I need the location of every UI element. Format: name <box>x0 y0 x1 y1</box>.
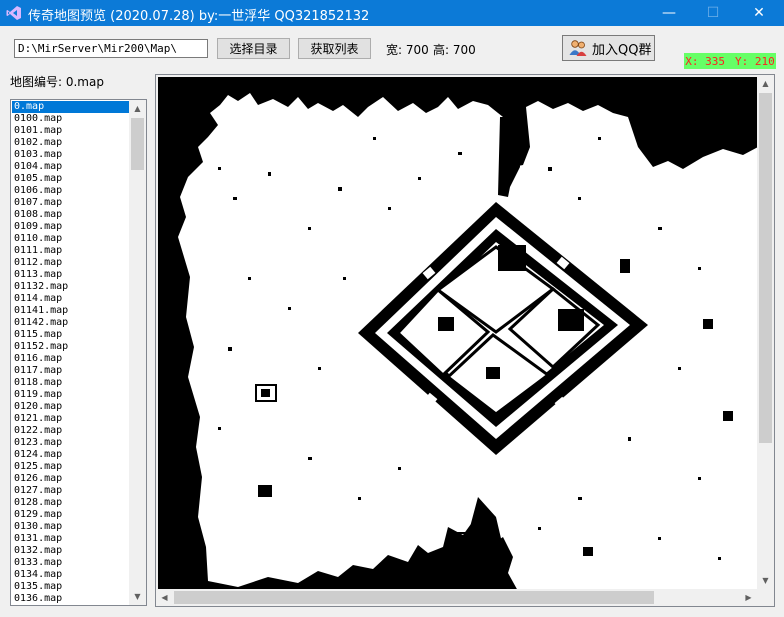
map-list-item[interactable]: 0102.map <box>12 137 130 149</box>
visual-studio-icon <box>6 6 21 20</box>
map-list-item[interactable]: 0115.map <box>12 329 130 341</box>
scroll-down-icon[interactable]: ▼ <box>129 588 146 605</box>
map-list-item[interactable]: 0132.map <box>12 545 130 557</box>
map-list-item[interactable]: 0131.map <box>12 533 130 545</box>
map-list-item[interactable]: 0130.map <box>12 521 130 533</box>
map-list-item[interactable]: 0128.map <box>12 497 130 509</box>
map-list-item[interactable]: 0136.map <box>12 593 130 605</box>
map-list-item[interactable]: 0123.map <box>12 437 130 449</box>
map-list-item[interactable]: 0133.map <box>12 557 130 569</box>
map-list-item[interactable]: 0106.map <box>12 185 130 197</box>
map-scroll-down-icon[interactable]: ▼ <box>757 572 774 589</box>
title-bar: 传奇地图预览 (2020.07.28) by:一世浮华 QQ321852132 … <box>0 0 784 26</box>
map-preview-panel[interactable]: ◀ ▶ ▲ ▼ <box>155 74 775 607</box>
qq-group-icon <box>569 40 587 56</box>
close-button[interactable]: ✕ <box>736 0 782 26</box>
map-list-item[interactable]: 0108.map <box>12 209 130 221</box>
map-list-item[interactable]: 0112.map <box>12 257 130 269</box>
map-list-item[interactable]: 0117.map <box>12 365 130 377</box>
scroll-right-icon[interactable]: ▶ <box>740 589 757 606</box>
map-list-item[interactable]: 01142.map <box>12 317 130 329</box>
scroll-left-icon[interactable]: ◀ <box>156 589 173 606</box>
map-list-item[interactable]: 0121.map <box>12 413 130 425</box>
map-list-item[interactable]: 0113.map <box>12 269 130 281</box>
map-list-item[interactable]: 0101.map <box>12 125 130 137</box>
list-vertical-scrollbar[interactable]: ▲ ▼ <box>129 100 146 605</box>
coord-y: Y: 210 <box>735 54 775 68</box>
map-list-item[interactable]: 0103.map <box>12 149 130 161</box>
list-scroll-thumb[interactable] <box>131 118 144 170</box>
map-list-item[interactable]: 0116.map <box>12 353 130 365</box>
scroll-up-icon[interactable]: ▲ <box>129 100 146 117</box>
get-list-button[interactable]: 获取列表 <box>298 38 371 59</box>
map-list-item[interactable]: 0109.map <box>12 221 130 233</box>
map-list-item[interactable]: 0126.map <box>12 473 130 485</box>
map-list-item[interactable]: 0111.map <box>12 245 130 257</box>
cursor-coordinates: X: 335 Y: 210 <box>684 53 776 69</box>
map-list-item[interactable]: 0114.map <box>12 293 130 305</box>
select-directory-button[interactable]: 选择目录 <box>217 38 290 59</box>
map-scroll-up-icon[interactable]: ▲ <box>757 75 774 92</box>
map-list-item[interactable]: 0107.map <box>12 197 130 209</box>
map-file-list[interactable]: 0.map 0100.map 0101.map 0102.map 0103.map 010… <box>10 99 147 606</box>
map-list-item[interactable]: 01152.map <box>12 341 130 353</box>
map-list-item[interactable]: 0.map <box>12 101 130 113</box>
map-list-item[interactable]: 0100.map <box>12 113 130 125</box>
map-vertical-scrollbar[interactable]: ▲ ▼ <box>757 75 774 589</box>
map-hscroll-thumb[interactable] <box>174 591 654 604</box>
map-list-items: 0.map 0100.map 0101.map 0102.map 0103.map 010… <box>12 101 130 605</box>
map-list-item[interactable]: 0134.map <box>12 569 130 581</box>
map-list-item[interactable]: 0105.map <box>12 173 130 185</box>
coord-x: X: 335 <box>685 54 725 68</box>
map-list-item[interactable]: 0129.map <box>12 509 130 521</box>
map-list-item[interactable]: 0122.map <box>12 425 130 437</box>
map-list-item[interactable]: 0127.map <box>12 485 130 497</box>
map-directory-input[interactable]: D:\MirServer\Mir200\Map\ <box>14 39 208 58</box>
map-list-item[interactable]: 01141.map <box>12 305 130 317</box>
map-list-item[interactable]: 0119.map <box>12 389 130 401</box>
map-list-item[interactable]: 0110.map <box>12 233 130 245</box>
map-vscroll-thumb[interactable] <box>759 93 772 443</box>
map-horizontal-scrollbar[interactable]: ◀ ▶ <box>156 589 757 606</box>
map-list-item[interactable]: 0120.map <box>12 401 130 413</box>
map-height-text: 高: 700 <box>433 43 476 57</box>
map-preview-image[interactable] <box>158 77 758 591</box>
map-width-text: 宽: 700 <box>386 43 429 57</box>
maximize-button[interactable]: ☐ <box>690 0 736 26</box>
window-title: 传奇地图预览 (2020.07.28) by:一世浮华 QQ321852132 <box>28 9 370 24</box>
map-list-item[interactable]: 0118.map <box>12 377 130 389</box>
scrollbar-corner <box>757 589 774 606</box>
map-id-label: 地图编号: 0.map <box>10 75 104 89</box>
map-list-item[interactable]: 0104.map <box>12 161 130 173</box>
join-qq-group-button[interactable]: 加入QQ群 <box>562 35 655 61</box>
map-list-item[interactable]: 0125.map <box>12 461 130 473</box>
map-list-item[interactable]: 01132.map <box>12 281 130 293</box>
map-list-item[interactable]: 0124.map <box>12 449 130 461</box>
join-qq-group-label: 加入QQ群 <box>592 42 652 58</box>
minimize-button[interactable]: — <box>646 0 692 26</box>
map-list-item[interactable]: 0135.map <box>12 581 130 593</box>
